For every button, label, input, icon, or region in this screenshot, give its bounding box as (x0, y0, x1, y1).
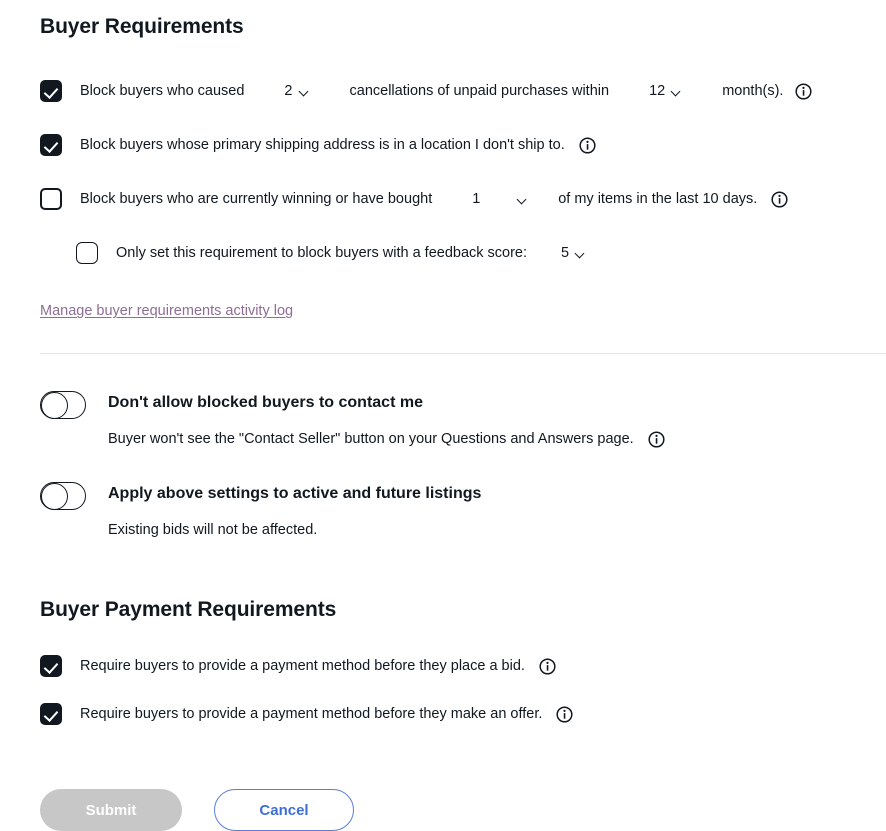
toggle-subtitle-row: Buyer won't see the "Contact Seller" but… (108, 430, 665, 449)
info-icon[interactable] (556, 706, 573, 723)
buyer-requirements-page: Buyer Requirements Block buyers who caus… (0, 0, 886, 831)
item-count-value: 1 (472, 190, 481, 207)
label-block-buyers-who-caused: Block buyers who caused (80, 83, 245, 100)
toggle-knob (40, 391, 68, 419)
toggle-row-block-contact: Don't allow blocked buyers to contact me… (40, 391, 886, 449)
requirement-row-bidding-limit: Block buyers who are currently winning o… (40, 186, 886, 212)
label-feedback-score: Only set this requirement to block buyer… (116, 245, 528, 262)
requirement-row-unpaid-cancellations: Block buyers who caused 2 cancellations … (40, 78, 886, 104)
toggle-subtitle-apply-active-future: Existing bids will not be affected. (108, 522, 318, 539)
toggle-block-contact[interactable] (40, 391, 86, 420)
chevron-down-icon (671, 88, 682, 95)
label-cancellations-of-unpaid-purchases: cancellations of unpaid purchases within (349, 83, 610, 100)
label-months: month(s). (722, 83, 784, 100)
checkbox-feedback-score[interactable] (76, 242, 98, 265)
label-currently-winning-or-bought: Block buyers who are currently winning o… (80, 191, 433, 208)
toggle-text-block: Apply above settings to active and futur… (108, 482, 481, 540)
page-title: Buyer Requirements (40, 15, 244, 38)
requirement-row-shipping-location: Block buyers whose primary shipping addr… (40, 132, 886, 158)
info-icon[interactable] (539, 658, 556, 675)
chevron-down-icon (299, 88, 310, 95)
feedback-score-value: 5 (561, 244, 570, 261)
requirement-row-feedback-score: Only set this requirement to block buyer… (76, 240, 886, 266)
form-actions: Submit Cancel (40, 789, 886, 831)
buyer-payment-requirements-title: Buyer Payment Requirements (40, 598, 337, 622)
payment-requirement-row-bid: Require buyers to provide a payment meth… (40, 653, 886, 679)
cancellation-count-value: 2 (284, 82, 293, 99)
checkbox-payment-before-bid[interactable] (40, 655, 62, 678)
cancellation-count-select[interactable]: 2 (284, 84, 309, 99)
payment-requirement-row-offer: Require buyers to provide a payment meth… (40, 701, 886, 727)
info-icon[interactable] (648, 431, 665, 448)
info-icon[interactable] (771, 191, 788, 208)
feedback-score-select[interactable]: 5 (561, 246, 586, 261)
checkbox-payment-before-offer[interactable] (40, 703, 62, 726)
label-payment-before-offer: Require buyers to provide a payment meth… (80, 706, 543, 723)
checkbox-unpaid-cancellations[interactable] (40, 80, 62, 103)
item-count-select[interactable]: 1 (472, 192, 528, 207)
toggle-title-block-contact: Don't allow blocked buyers to contact me (108, 394, 423, 412)
cancellation-period-value: 12 (649, 82, 666, 99)
checkbox-bidding-limit[interactable] (40, 188, 62, 211)
toggle-title-apply-active-future: Apply above settings to active and futur… (108, 485, 482, 503)
label-payment-before-bid: Require buyers to provide a payment meth… (80, 658, 525, 675)
activity-log-link-wrap: Manage buyer requirements activity log (40, 302, 886, 320)
section-divider (40, 353, 886, 355)
toggle-subtitle-row: Existing bids will not be affected. (108, 521, 481, 540)
submit-button[interactable]: Submit (40, 789, 182, 831)
chevron-down-icon (517, 196, 528, 203)
cancel-button[interactable]: Cancel (214, 789, 354, 831)
chevron-down-icon (575, 250, 586, 257)
toggle-row-apply-active-future: Apply above settings to active and futur… (40, 482, 886, 540)
toggle-apply-active-future[interactable] (40, 482, 86, 511)
checkbox-shipping-location[interactable] (40, 134, 62, 157)
cancellation-period-select[interactable]: 12 (649, 84, 682, 99)
info-icon[interactable] (579, 137, 596, 154)
toggle-text-block: Don't allow blocked buyers to contact me… (108, 391, 665, 449)
label-shipping-location: Block buyers whose primary shipping addr… (80, 137, 565, 154)
info-icon[interactable] (795, 83, 813, 100)
toggle-subtitle-block-contact: Buyer won't see the "Contact Seller" but… (108, 431, 634, 448)
manage-buyer-requirements-activity-log-link[interactable]: Manage buyer requirements activity log (40, 303, 293, 319)
label-of-my-items-last-10-days: of my items in the last 10 days. (558, 191, 758, 208)
toggle-knob (40, 482, 68, 510)
